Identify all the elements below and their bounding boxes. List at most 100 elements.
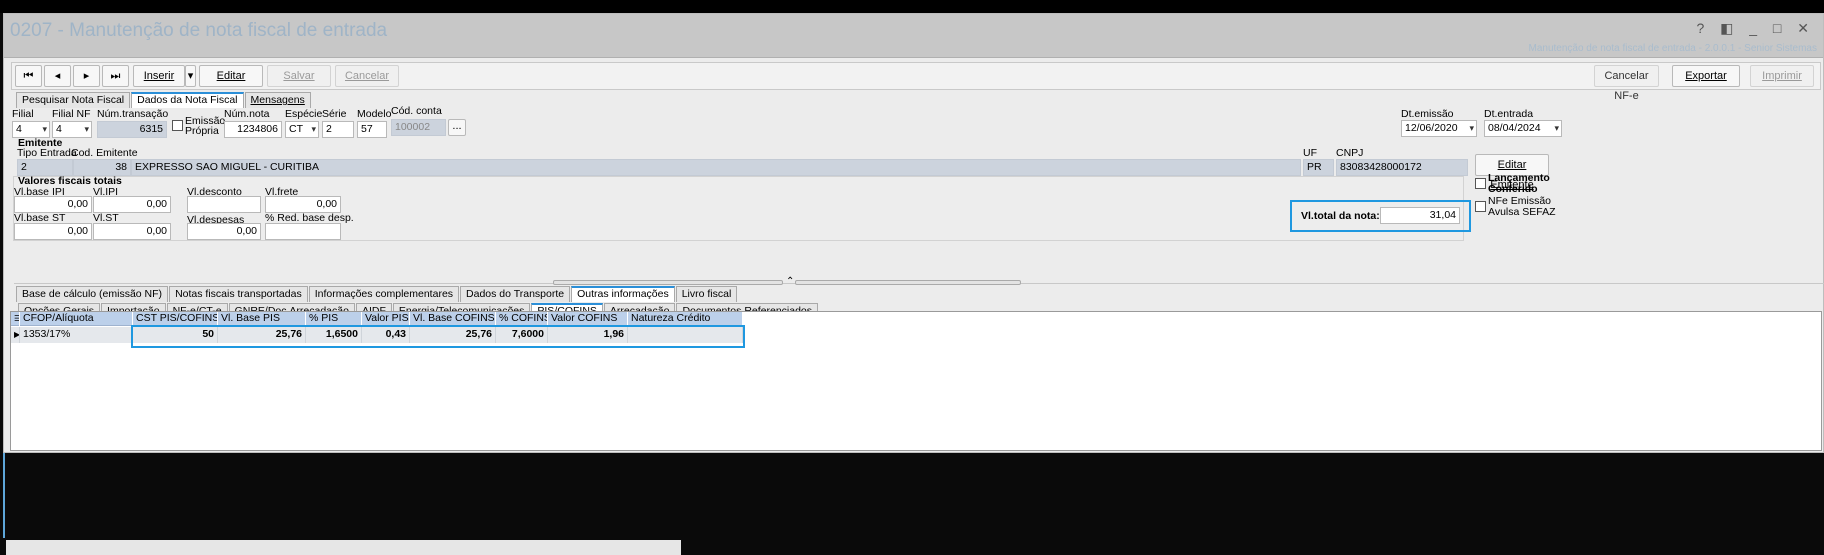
chevron-down-icon: ▾ [311,124,316,134]
chevron-down-icon: ▾ [42,124,47,134]
col-natureza[interactable]: Natureza Crédito [628,312,743,326]
save-button[interactable]: Salvar [267,65,331,87]
emissao-propria-checkbox[interactable] [172,120,183,131]
especie-value: CT [289,123,303,135]
ipi-field[interactable]: 0,00 [93,196,171,213]
toolbar: ⏮ ◂ ▸ ⏭ Inserir ▾ Editar Salvar Cancelar… [11,62,1821,102]
left-edge-line [3,453,5,538]
prev-record-button[interactable]: ◂ [44,65,71,87]
numnota-field[interactable]: 1234806 [224,121,282,138]
tipo-entrada-field[interactable]: 2 [17,159,73,176]
st-field[interactable]: 0,00 [93,223,171,240]
filialnf-select[interactable]: 4 ▾ [52,121,92,138]
row-highlight-box [131,325,745,348]
chevron-down-icon: ▾ [1469,123,1474,133]
col-pct-cofins[interactable]: % COFINS [496,312,548,326]
col-cst[interactable]: CST PIS/COFINS [133,312,218,326]
cancel-nfe-button[interactable]: Cancelar NF-e [1594,65,1659,102]
lancamento-conferido-checkbox[interactable] [1475,178,1486,189]
tipo-entrada-label: Tipo Entrada [17,147,77,159]
cod-emitente-label: Cod. Emitente [71,147,138,159]
filial-select[interactable]: 4 ▾ [12,121,50,138]
uf-label: UF [1303,147,1317,159]
tab-info-complementares[interactable]: Informações complementares [308,286,460,302]
bottom-strip [6,540,681,555]
numtrans-label: Núm.transação [97,108,169,120]
splitter-handle-left[interactable] [553,280,783,285]
numnota-label: Núm.nota [224,108,270,120]
edit-button[interactable]: Editar [199,65,263,87]
desconto-field[interactable] [187,196,261,213]
dtentrada-value: 08/04/2024 [1488,122,1541,134]
sub-tabs: Base de cálculo (emissão NF) Notas fiscai… [16,286,738,302]
insert-dropdown-button[interactable]: ▾ [185,65,196,87]
serie-field[interactable]: 2 [322,121,354,138]
cell-cfop[interactable]: 1353/17% [20,327,133,343]
codconta-label: Cód. conta [391,105,442,117]
grid-header: ☰ CFOP/Alíquota CST PIS/COFINS Vl. Base … [11,312,743,326]
dtemissao-value: 12/06/2020 [1405,122,1458,134]
nfe-avulsa-checkbox[interactable] [1475,201,1486,212]
red-base-field[interactable] [265,223,341,240]
chevron-up-icon[interactable]: ⌃ [786,276,794,287]
base-ipi-field[interactable]: 0,00 [14,196,92,213]
col-base-pis[interactable]: Vl. Base PIS [218,312,306,326]
especie-select[interactable]: CT ▾ [285,121,319,138]
tab-outras-informacoes[interactable]: Outras informações [571,286,675,302]
frete-field[interactable]: 0,00 [265,196,341,213]
numtrans-field[interactable]: 6315 [97,121,167,138]
tab-notas-transportadas[interactable]: Notas fiscais transportadas [169,286,308,302]
cod-emitente-field[interactable]: 38 [73,159,131,176]
tab-base-calculo[interactable]: Base de cálculo (emissão NF) [16,286,169,302]
col-valor-cofins[interactable]: Valor COFINS [548,312,628,326]
modelo-field[interactable]: 57 [357,121,387,138]
filial-label: Filial [12,108,34,120]
tab-pesquisar[interactable]: Pesquisar Nota Fiscal [16,92,131,108]
total-label: Vl.total da nota: [1301,210,1380,222]
tab-dados-transporte[interactable]: Dados do Transporte [460,286,571,302]
filial-value: 4 [16,123,22,135]
col-cfop[interactable]: CFOP/Alíquota [20,312,133,326]
dtemissao-label: Dt.emissão [1401,108,1454,120]
modelo-label: Modelo [357,108,392,120]
window-title: 0207 - Manutenção de nota fiscal de entr… [10,20,388,41]
window-subtitle: Manutenção de nota fiscal de entrada - 2… [1528,43,1817,54]
despesas-field[interactable]: 0,00 [187,223,261,240]
dtemissao-picker[interactable]: 12/06/2020 ▾ [1401,120,1477,137]
title-bar: 0207 - Manutenção de nota fiscal de entr… [4,14,1823,58]
next-record-button[interactable]: ▸ [73,65,100,87]
lancamento-conferido-label: Lançamento Conferido [1488,172,1550,195]
base-st-field[interactable]: 0,00 [14,223,92,240]
tab-mensagens[interactable]: Mensagens [244,92,311,108]
export-button[interactable]: Exportar [1672,65,1740,87]
col-pct-pis[interactable]: % PIS [306,312,362,326]
tab-dados[interactable]: Dados da Nota Fiscal [131,92,244,108]
window-controls[interactable]: ? ◧ _ □ ✕ [1696,20,1815,37]
print-button[interactable]: Imprimir [1750,65,1814,87]
dtentrada-picker[interactable]: 08/04/2024 ▾ [1484,120,1562,137]
filialnf-value: 4 [56,123,62,135]
nfe-avulsa-label: NFe Emissão Avulsa SEFAZ [1488,195,1556,218]
splitter-handle-right[interactable] [795,280,1021,285]
col-valor-pis[interactable]: Valor PIS [362,312,410,326]
uf-field[interactable]: PR [1303,159,1334,176]
cancel-button[interactable]: Cancelar [335,65,399,87]
cnpj-label: CNPJ [1336,147,1364,159]
pis-cofins-grid: ☰ CFOP/Alíquota CST PIS/COFINS Vl. Base … [10,311,1822,451]
codconta-lookup-button[interactable]: ... [448,119,466,136]
cnpj-field[interactable]: 83083428000172 [1336,159,1468,176]
row-selector-icon: ▶ [11,327,20,343]
emitente-nome-field[interactable]: EXPRESSO SAO MIGUEL - CURITIBA [131,159,1301,176]
total-field[interactable]: 31,04 [1380,207,1460,224]
tab-livro-fiscal[interactable]: Livro fiscal [675,286,738,302]
codconta-field[interactable]: 100002 [391,119,446,136]
col-base-cofins[interactable]: Vl. Base COFINS [410,312,496,326]
first-record-button[interactable]: ⏮ [15,65,42,87]
serie-label: Série [322,108,347,120]
chevron-down-icon: ▾ [84,124,89,134]
emissao-propria-label: Emissão Própria [185,115,226,137]
dtentrada-label: Dt.entrada [1484,108,1534,120]
last-record-button[interactable]: ⏭ [102,65,129,87]
insert-button[interactable]: Inserir [133,65,185,87]
grid-menu-icon[interactable]: ☰ [11,312,20,326]
